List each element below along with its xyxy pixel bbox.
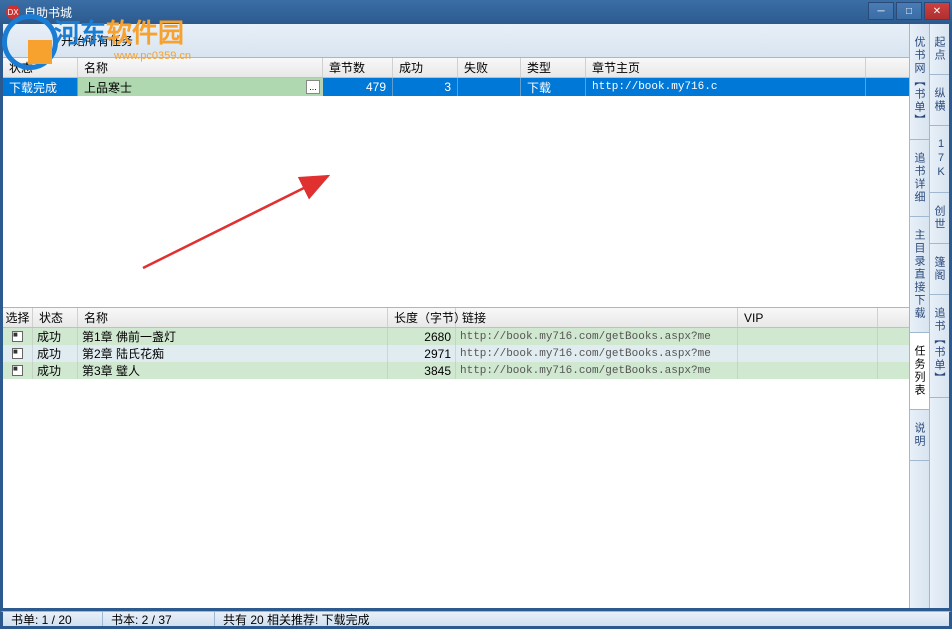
minimize-button[interactable]: ─ — [868, 2, 894, 20]
cell-length: 2680 — [388, 328, 456, 345]
cell-checkbox[interactable] — [3, 328, 33, 345]
cell-status: 成功 — [33, 362, 78, 379]
status-message: 共有 20 相关推荐! 下载完成 — [215, 612, 949, 626]
chapter-row[interactable]: 成功 第3章 璧人 3845 http://book.my716.com/get… — [3, 362, 909, 379]
checkbox-icon[interactable] — [12, 365, 23, 376]
status-book: 书本: 2 / 37 — [103, 612, 215, 626]
maximize-button[interactable]: □ — [896, 2, 922, 20]
window-title: 自助书城 — [24, 4, 72, 21]
tab-task-list[interactable]: 任务列表 — [910, 333, 929, 410]
tab-pengge[interactable]: 篷阁 — [930, 244, 949, 295]
tasks-grid-header: 状态 名称 章节数 成功 失败 类型 章节主页 — [3, 58, 909, 78]
col-fail[interactable]: 失败 — [458, 58, 521, 77]
cell-link: http://book.my716.com/getBooks.aspx?me — [456, 345, 738, 362]
right-sidebar-outer: 起点 纵横 17K 创世 篷阁 追书【书单】 — [929, 24, 949, 608]
task-row[interactable]: 下载完成 上品寒士 ... 479 3 下载 http://book.my716… — [3, 78, 909, 96]
close-button[interactable]: ✕ — [924, 2, 950, 20]
start-all-tasks-button[interactable]: 开始所有任务 — [61, 32, 133, 49]
cell-link: http://book.my716.com/getBooks.aspx?me — [456, 328, 738, 345]
chapter-row[interactable]: 成功 第1章 佛前一盏灯 2680 http://book.my716.com/… — [3, 328, 909, 345]
col-name[interactable]: 名称 — [78, 58, 323, 77]
col-status[interactable]: 状态 — [3, 58, 78, 77]
cell-chapter-name: 第2章 陆氏花痴 — [78, 345, 388, 362]
cell-checkbox[interactable] — [3, 362, 33, 379]
ellipsis-button[interactable]: ... — [306, 80, 320, 94]
checkbox-icon[interactable] — [12, 348, 23, 359]
cell-vip — [738, 362, 878, 379]
app-icon: DX — [6, 5, 20, 19]
col-chapters[interactable]: 章节数 — [323, 58, 393, 77]
col-length[interactable]: 长度（字节） — [388, 308, 456, 327]
tab-zhuishu-detail[interactable]: 追书详细 — [910, 140, 929, 217]
tab-youshu[interactable]: 优书网【书单】 — [910, 24, 929, 140]
cell-vip — [738, 328, 878, 345]
tab-17k[interactable]: 17K — [930, 126, 949, 193]
annotation-arrow — [133, 168, 353, 283]
cell-status: 成功 — [33, 345, 78, 362]
checkbox-icon[interactable] — [12, 331, 23, 342]
status-booklist: 书单: 1 / 20 — [3, 612, 103, 626]
statusbar: 书单: 1 / 20 书本: 2 / 37 共有 20 相关推荐! 下载完成 — [0, 611, 952, 629]
tab-chuangshi[interactable]: 创世 — [930, 193, 949, 244]
cell-length: 3845 — [388, 362, 456, 379]
cell-checkbox[interactable] — [3, 345, 33, 362]
cell-type: 下载 — [521, 78, 586, 96]
chapters-grid: 选择 状态 名称 长度（字节） 链接 VIP 成功 第1章 佛前一盏灯 2680… — [3, 308, 909, 608]
right-sidebar-inner: 优书网【书单】 追书详细 主目录直接下载 任务列表 说明 — [909, 24, 929, 608]
cell-fail — [458, 78, 521, 96]
chapters-grid-header: 选择 状态 名称 长度（字节） 链接 VIP — [3, 308, 909, 328]
col-status-2[interactable]: 状态 — [33, 308, 78, 327]
tab-qidian[interactable]: 起点 — [930, 24, 949, 75]
col-vip[interactable]: VIP — [738, 308, 878, 327]
tab-help[interactable]: 说明 — [910, 410, 929, 461]
col-success[interactable]: 成功 — [393, 58, 458, 77]
cell-status: 下载完成 — [3, 78, 78, 96]
cell-chapter-name: 第3章 璧人 — [78, 362, 388, 379]
cell-success: 3 — [393, 78, 458, 96]
titlebar: DX 自助书城 ─ □ ✕ — [0, 0, 952, 24]
cell-chapters: 479 — [323, 78, 393, 96]
col-name-2[interactable]: 名称 — [78, 308, 388, 327]
cell-link: http://book.my716.com/getBooks.aspx?me — [456, 362, 738, 379]
cell-name: 上品寒士 ... — [78, 78, 323, 96]
tasks-grid: 状态 名称 章节数 成功 失败 类型 章节主页 下载完成 上品寒士 ... 47… — [3, 58, 909, 308]
col-select[interactable]: 选择 — [3, 308, 33, 327]
cell-length: 2971 — [388, 345, 456, 362]
tab-zongheng[interactable]: 纵横 — [930, 75, 949, 126]
cell-url: http://book.my716.c — [586, 78, 866, 96]
tab-zhuishu-list[interactable]: 追书【书单】 — [930, 295, 949, 398]
col-link[interactable]: 链接 — [456, 308, 738, 327]
col-type[interactable]: 类型 — [521, 58, 586, 77]
cell-status: 成功 — [33, 328, 78, 345]
tab-direct-download[interactable]: 主目录直接下载 — [910, 217, 929, 333]
cell-chapter-name: 第1章 佛前一盏灯 — [78, 328, 388, 345]
toolbar: 开始所有任务 — [3, 24, 909, 58]
cell-vip — [738, 345, 878, 362]
col-url[interactable]: 章节主页 — [586, 58, 866, 77]
chapter-row[interactable]: 成功 第2章 陆氏花痴 2971 http://book.my716.com/g… — [3, 345, 909, 362]
